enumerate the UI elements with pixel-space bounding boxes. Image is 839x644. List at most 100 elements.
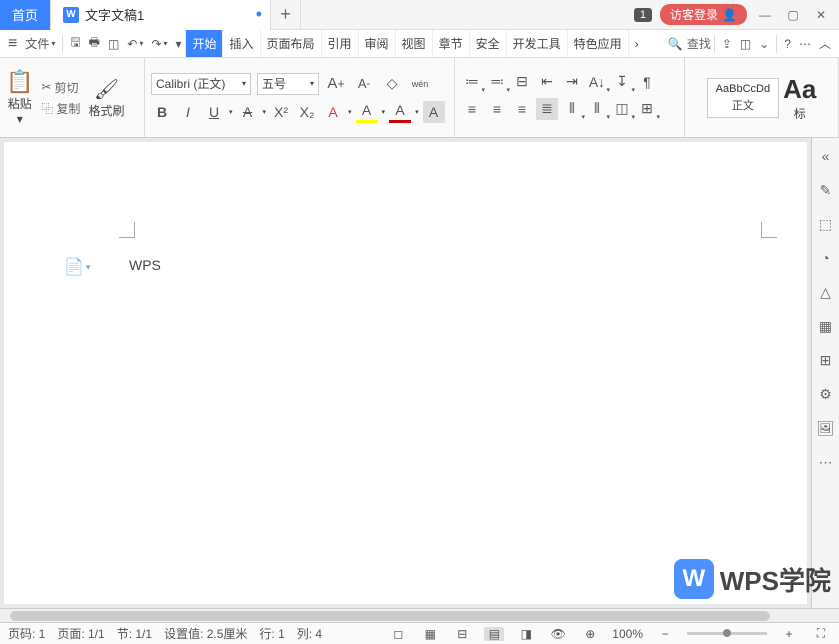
statusbar: 页码: 1 页面: 1/1 节: 1/1 设置值: 2.5厘米 行: 1 列: … — [0, 622, 839, 644]
align-center-button[interactable]: ≡ — [486, 98, 508, 120]
cut-button[interactable]: ✂剪切 — [39, 77, 82, 98]
collapse-panel-icon[interactable]: « — [816, 146, 836, 166]
maximize-button[interactable]: ▢ — [783, 8, 803, 22]
close-button[interactable]: ✕ — [811, 8, 831, 22]
undo-icon[interactable]: ↶▾ — [123, 32, 147, 56]
pencil-icon[interactable]: ✎ — [816, 180, 836, 200]
search-button[interactable]: 🔍 查找 — [668, 35, 711, 52]
format-painter-button[interactable]: 🖌 格式刷 — [88, 77, 124, 119]
bold-button[interactable]: B — [151, 101, 173, 123]
side-panel: « ✎ ⬚ ◔ △ ▦ ⊞ ⚙ 🖼 ⋯ — [811, 138, 839, 608]
tab-review[interactable]: 审阅 — [358, 30, 395, 58]
status-section[interactable]: 节: 1/1 — [117, 625, 152, 642]
borders-button[interactable]: ⊞▾ — [636, 98, 658, 120]
distribute-button[interactable]: ⫴▾ — [561, 98, 583, 120]
increase-indent-button[interactable]: ⇥ — [561, 71, 583, 93]
chevron-down-icon[interactable]: ⌄ — [755, 32, 773, 56]
tab-insert[interactable]: 插入 — [222, 30, 259, 58]
tab-start[interactable]: 开始 — [185, 30, 222, 58]
share-icon[interactable]: ⇪ — [718, 32, 736, 56]
horizontal-scrollbar[interactable] — [0, 608, 839, 622]
tab-view[interactable]: 视图 — [395, 30, 432, 58]
notification-badge[interactable]: 1 — [634, 8, 652, 22]
clear-format-button[interactable]: ◇ — [381, 73, 403, 95]
quick-customize[interactable]: ▾ — [171, 32, 185, 56]
image-icon[interactable]: 🖼 — [816, 418, 836, 438]
save-icon[interactable]: 🖫 — [66, 32, 84, 56]
menubar: ≡ 文件▾ 🖫 🖶 ◫ ↶▾ ↷▾ ▾ 开始 插入 页面布局 引用 审阅 视图 … — [0, 30, 839, 58]
more-icon[interactable]: ⋯ — [795, 32, 815, 56]
reveal-formatting-icon[interactable]: 📄 ▾ — [64, 257, 90, 277]
multilevel-button[interactable]: ⊟ — [511, 71, 533, 93]
hamburger-menu[interactable]: ≡ — [4, 32, 21, 56]
highlight-button[interactable]: A — [356, 101, 378, 123]
new-tab-button[interactable]: + — [271, 0, 301, 30]
style-gallery-more[interactable]: Aa 标 — [783, 74, 816, 122]
tab-pagelayout[interactable]: 页面布局 — [260, 30, 321, 58]
justify-button[interactable]: ≣ — [536, 98, 558, 120]
tab-reference[interactable]: 引用 — [321, 30, 358, 58]
zoom-slider-knob[interactable] — [723, 629, 731, 637]
status-col[interactable]: 列: 4 — [297, 625, 322, 642]
status-setting[interactable]: 设置值: 2.5厘米 — [164, 625, 247, 642]
pilcrow-button[interactable]: ¶ — [636, 71, 658, 93]
apps-icon[interactable]: ⊞ — [816, 350, 836, 370]
tab-security[interactable]: 安全 — [469, 30, 506, 58]
bullets-button[interactable]: ≔▾ — [461, 71, 483, 93]
copy-button[interactable]: ⿻复制 — [39, 98, 82, 119]
font-color-button[interactable]: A — [389, 101, 411, 123]
collapse-ribbon-icon[interactable]: ︿ — [815, 32, 835, 56]
shape-icon[interactable]: △ — [816, 282, 836, 302]
help-icon[interactable]: ? — [780, 32, 795, 56]
tab-devtools[interactable]: 开发工具 — [506, 30, 567, 58]
paste-button[interactable]: 📋 粘贴▾ — [6, 69, 33, 126]
decrease-indent-button[interactable]: ⇤ — [536, 71, 558, 93]
redo-icon[interactable]: ↷▾ — [147, 32, 171, 56]
align-left-button[interactable]: ≡ — [461, 98, 483, 120]
print-preview-icon[interactable]: ◫ — [104, 32, 123, 56]
login-button[interactable]: 访客登录 👤 — [660, 4, 747, 25]
subscript-button[interactable]: X₂ — [296, 101, 318, 123]
more-panel-icon[interactable]: ⋯ — [816, 452, 836, 472]
file-menu[interactable]: 文件▾ — [21, 32, 59, 56]
align-right-button[interactable]: ≡ — [511, 98, 533, 120]
home-tab[interactable]: 首页 — [0, 0, 51, 30]
font-size-combo[interactable]: 五号▾ — [257, 73, 319, 95]
superscript-button[interactable]: X² — [270, 101, 292, 123]
strikethrough-button[interactable]: A — [237, 101, 259, 123]
sort-button[interactable]: A↓▾ — [586, 71, 608, 93]
tabs-more-chevron[interactable]: › — [628, 30, 645, 58]
tab-section[interactable]: 章节 — [432, 30, 469, 58]
phonetic-guide-button[interactable]: wén — [409, 73, 431, 95]
char-shading-button[interactable]: A — [423, 101, 445, 123]
zoom-slider[interactable] — [687, 632, 767, 635]
grow-font-button[interactable]: A+ — [325, 73, 347, 95]
minimize-button[interactable]: ― — [755, 8, 775, 22]
italic-button[interactable]: I — [177, 101, 199, 123]
shrink-font-button[interactable]: A- — [353, 73, 375, 95]
print-icon[interactable]: 🖶 — [85, 32, 104, 56]
status-row[interactable]: 行: 1 — [259, 625, 284, 642]
horizontal-scroll-thumb[interactable] — [10, 611, 770, 621]
document-viewport[interactable]: 📄 ▾ WPS — [4, 142, 807, 604]
document-tab[interactable]: W 文字文稿1 • — [51, 0, 271, 30]
numbering-button[interactable]: ≕▾ — [486, 71, 508, 93]
line-spacing-button[interactable]: ⫴▾ — [586, 98, 608, 120]
show-marks-button[interactable]: ↧▾ — [611, 71, 633, 93]
tab-special[interactable]: 特色应用 — [567, 30, 628, 58]
settings-icon[interactable]: ◫ — [736, 32, 755, 56]
fullscreen-icon[interactable]: ⛶ — [811, 626, 831, 641]
shading-button[interactable]: ◫▾ — [611, 98, 633, 120]
scissors-icon: ✂ — [41, 80, 51, 94]
cloud-icon[interactable]: ◔ — [816, 248, 836, 268]
settings-panel-icon[interactable]: ⚙ — [816, 384, 836, 404]
font-name-combo[interactable]: Calibri (正文)▾ — [151, 73, 251, 95]
status-page-code[interactable]: 页码: 1 — [8, 625, 45, 642]
status-page[interactable]: 页面: 1/1 — [57, 625, 104, 642]
style-normal[interactable]: AaBbCcDd 正文 — [707, 78, 779, 118]
document-body-text[interactable]: WPS — [129, 257, 161, 273]
select-icon[interactable]: ⬚ — [816, 214, 836, 234]
text-effects-button[interactable]: A — [322, 101, 344, 123]
underline-button[interactable]: U — [203, 101, 225, 123]
grid-icon[interactable]: ▦ — [816, 316, 836, 336]
